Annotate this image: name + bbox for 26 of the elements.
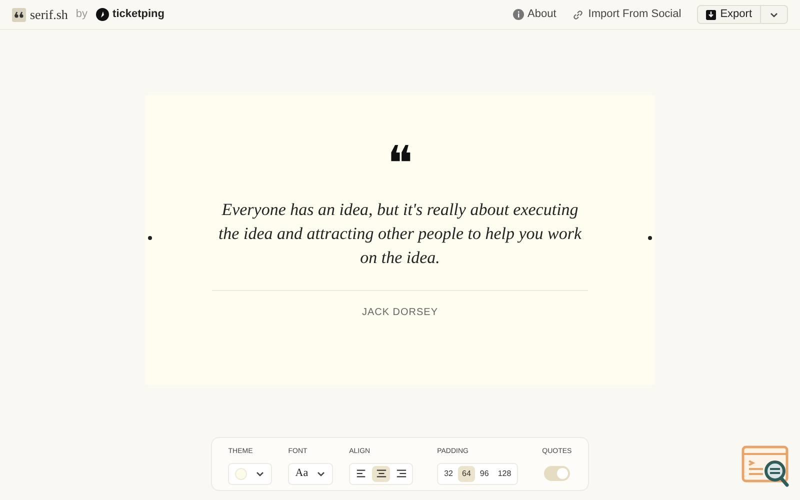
author-name: JACK DORSEY (362, 306, 438, 320)
link-icon (572, 8, 584, 20)
align-center-icon (376, 469, 387, 478)
padding-option[interactable]: 128 (494, 466, 516, 482)
download-icon (706, 10, 716, 20)
quote-mark: ❝ (387, 140, 413, 180)
export-button[interactable]: Export (698, 6, 760, 23)
resize-handle[interactable] (148, 236, 152, 240)
partner-logo-icon (96, 8, 109, 21)
align-right-icon (396, 469, 407, 478)
padding-option[interactable]: 32 (440, 466, 457, 482)
align-left-icon (356, 469, 367, 478)
padding-option[interactable]: 64 (458, 466, 475, 482)
resize-handle[interactable] (648, 236, 652, 240)
quote-text: Everyone has an idea, but it's really about executing the idea and attracting other people to help you work on the idea. (217, 199, 583, 269)
quotes-toggle[interactable] (544, 466, 570, 480)
info-icon (512, 9, 524, 20)
nav-link[interactable]: About (512, 6, 556, 23)
padding-option[interactable]: 96 (476, 466, 493, 482)
by-label: by (76, 7, 88, 22)
font-select[interactable]: Aa (288, 462, 334, 484)
align-option[interactable] (372, 466, 390, 482)
brand-name[interactable]: serif.sh (30, 4, 68, 24)
quote-logo-icon (12, 8, 26, 22)
partner-name[interactable]: ticketping (112, 6, 164, 23)
nav-link[interactable]: Import From Social (572, 6, 682, 23)
